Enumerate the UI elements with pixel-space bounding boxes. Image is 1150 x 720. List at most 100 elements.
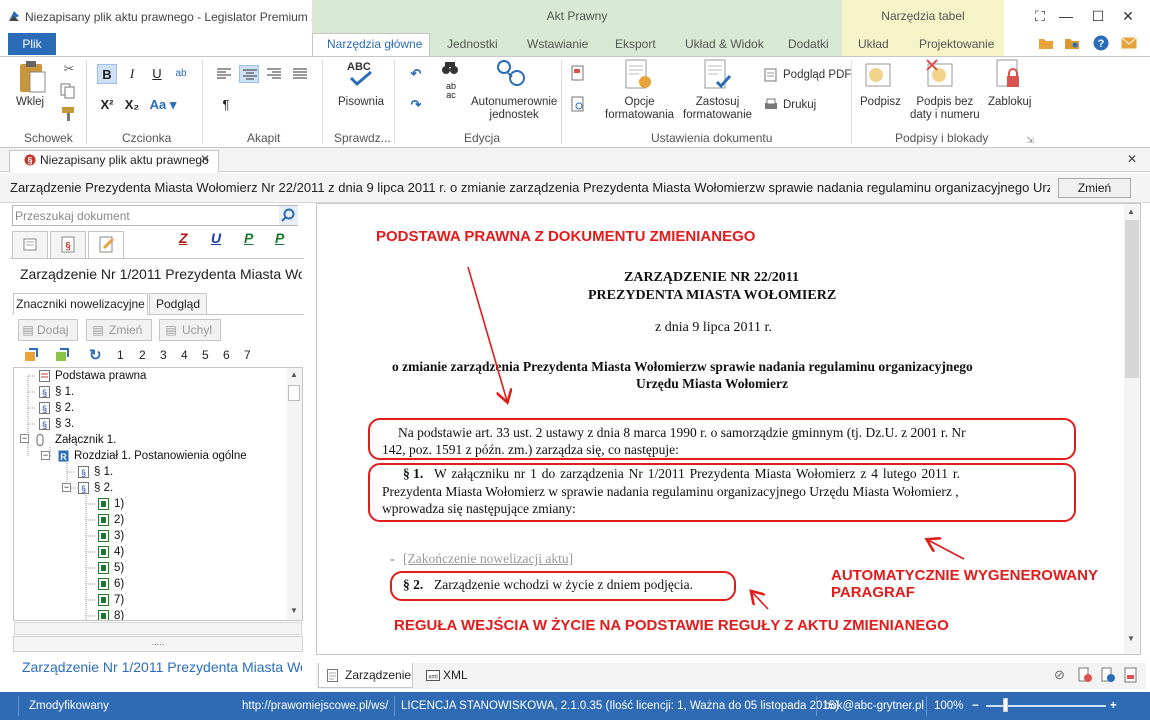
underline-button[interactable]: U bbox=[147, 64, 167, 84]
tree-node-paragraph[interactable]: § 3. bbox=[55, 418, 74, 430]
scroll-down-icon[interactable]: ▼ bbox=[290, 606, 298, 615]
mark-u-icon[interactable]: U bbox=[211, 230, 221, 246]
change-button[interactable]: ▤ Zmień bbox=[86, 319, 152, 341]
align-right-icon[interactable] bbox=[267, 68, 281, 80]
text-highlight-icon[interactable]: ab bbox=[171, 64, 191, 84]
tree-node-legal-basis[interactable]: Podstawa prawna bbox=[55, 370, 146, 382]
zoom-out-button[interactable]: − bbox=[972, 700, 979, 712]
help-icon[interactable]: ? bbox=[1093, 35, 1109, 51]
tree-node-point[interactable]: 7) bbox=[114, 594, 124, 606]
collapse-toggle[interactable]: − bbox=[62, 483, 71, 492]
document-properties-icon[interactable] bbox=[571, 65, 585, 81]
apply-format-button[interactable]: Zastosuj formatowanie bbox=[683, 96, 752, 122]
align-center-icon[interactable] bbox=[239, 65, 259, 83]
refresh-icon[interactable]: ↻ bbox=[89, 346, 102, 364]
search-icon[interactable] bbox=[279, 206, 298, 225]
tree-node-paragraph[interactable]: § 1. bbox=[94, 466, 113, 478]
fullscreen-icon[interactable]: ⛶ bbox=[1028, 6, 1052, 26]
replace-icon[interactable]: ab ac bbox=[440, 82, 462, 102]
document-preview-icon[interactable] bbox=[571, 96, 585, 112]
subtab-amendment-marks[interactable]: Znaczniki nowelizacyjne bbox=[13, 293, 148, 315]
close-tab-icon[interactable]: ✕ bbox=[200, 152, 210, 166]
panel-tab-paragraphs[interactable]: § bbox=[50, 231, 86, 259]
repeal-button[interactable]: ▤ Uchyl bbox=[159, 319, 221, 341]
collapse-toggle[interactable]: − bbox=[41, 451, 50, 460]
subtab-preview[interactable]: Podgląd bbox=[149, 293, 207, 315]
mark-p-alt-icon[interactable]: P bbox=[275, 230, 284, 246]
collapse-all-icon[interactable] bbox=[55, 348, 69, 362]
file-menu-button[interactable]: Plik bbox=[8, 33, 56, 55]
sign-button[interactable]: Podpisz bbox=[860, 96, 901, 109]
tree-node-point[interactable]: 4) bbox=[114, 546, 124, 558]
zoom-slider-thumb[interactable] bbox=[1003, 698, 1008, 712]
undo-icon[interactable]: ↶ bbox=[406, 64, 426, 84]
tab-eksport[interactable]: Eksport bbox=[615, 37, 656, 51]
tree-node-paragraph[interactable]: § 1. bbox=[55, 386, 74, 398]
folder-settings-icon[interactable] bbox=[1064, 36, 1080, 50]
folder-open-icon[interactable] bbox=[1038, 36, 1054, 50]
tree-node-point[interactable]: 6) bbox=[114, 578, 124, 590]
subscript-button[interactable]: X₂ bbox=[122, 95, 142, 115]
sign-without-date-icon[interactable] bbox=[925, 58, 957, 90]
justify-icon[interactable] bbox=[293, 68, 307, 80]
tree-node-point[interactable]: 8) bbox=[114, 610, 124, 620]
format-painter-icon[interactable] bbox=[60, 106, 76, 122]
tab-dodatki[interactable]: Dodatki bbox=[788, 37, 829, 51]
level-button-4[interactable]: 4 bbox=[181, 348, 188, 362]
mail-icon[interactable] bbox=[1121, 37, 1137, 49]
tree-node-point[interactable]: 1) bbox=[114, 498, 124, 510]
tab-uklad[interactable]: Układ bbox=[858, 37, 889, 51]
panel-tab-structure[interactable] bbox=[12, 231, 48, 259]
level-button-7[interactable]: 7 bbox=[244, 348, 251, 362]
status-email[interactable]: bok@abc-grytner.pl bbox=[824, 700, 924, 712]
tab-xml[interactable]: xml XML bbox=[418, 663, 474, 688]
dialog-launcher-icon[interactable]: ⇲ bbox=[1020, 130, 1040, 150]
tree-node-chapter[interactable]: Rozdział 1. Postanowienia ogólne bbox=[74, 450, 247, 462]
mark-p-icon[interactable]: P bbox=[244, 230, 253, 246]
paste-button[interactable]: Wklej bbox=[16, 96, 44, 109]
spelling-button[interactable]: Pisownia bbox=[338, 96, 384, 109]
tab-uklad-widok[interactable]: Układ & Widok bbox=[685, 37, 764, 51]
pdf-preview-button[interactable]: Podgląd PDF bbox=[783, 69, 851, 82]
change-title-button[interactable]: Zmień bbox=[1058, 178, 1131, 198]
tree-node-paragraph[interactable]: § 2. bbox=[55, 402, 74, 414]
sign-without-date-button[interactable]: Podpis bez daty i numeru bbox=[910, 96, 980, 122]
change-case-button[interactable]: Aa ▾ bbox=[147, 95, 179, 115]
close-window-button[interactable]: ✕ bbox=[1116, 6, 1140, 26]
level-button-3[interactable]: 3 bbox=[160, 348, 167, 362]
tab-narzedzia-glowne[interactable]: Narzędzia główne bbox=[327, 37, 422, 51]
italic-button[interactable]: I bbox=[122, 64, 142, 84]
tree-node-point[interactable]: 2) bbox=[114, 514, 124, 526]
lock-button[interactable]: Zablokuj bbox=[988, 96, 1031, 109]
level-button-2[interactable]: 2 bbox=[139, 348, 146, 362]
format-options-icon[interactable] bbox=[624, 58, 654, 92]
level-button-1[interactable]: 1 bbox=[117, 348, 124, 362]
cut-icon[interactable]: ✂ bbox=[59, 59, 79, 79]
auto-numbering-button[interactable]: Autonumerownie jednostek bbox=[471, 96, 557, 122]
tree-node-point[interactable]: 5) bbox=[114, 562, 124, 574]
status-url[interactable]: http://prawomiejscowe.pl/ws/ bbox=[242, 700, 388, 712]
edit-attachment-icon[interactable] bbox=[1100, 667, 1116, 683]
tree-scrollbar[interactable] bbox=[287, 368, 302, 620]
tab-wstawianie[interactable]: Wstawianie bbox=[527, 37, 588, 51]
lock-icon[interactable] bbox=[994, 58, 1024, 90]
copy-icon[interactable] bbox=[60, 83, 76, 99]
maximize-button[interactable]: ☐ bbox=[1086, 6, 1110, 26]
tree-node-attachment[interactable]: Załącznik 1. bbox=[55, 434, 116, 446]
paragraph-mark-icon[interactable]: ¶ bbox=[216, 95, 236, 115]
attachment-icon[interactable]: ⊘ bbox=[1054, 667, 1065, 683]
apply-format-icon[interactable] bbox=[703, 58, 733, 92]
print-button[interactable]: Drukuj bbox=[783, 99, 816, 112]
tree-node-paragraph[interactable]: § 2. bbox=[94, 482, 113, 494]
level-button-6[interactable]: 6 bbox=[223, 348, 230, 362]
pdf-attachment-icon[interactable] bbox=[1123, 667, 1139, 683]
tree-hscrollbar[interactable] bbox=[14, 622, 302, 635]
sign-icon[interactable] bbox=[864, 58, 894, 90]
tree-scroll-thumb[interactable] bbox=[288, 385, 300, 401]
find-icon[interactable] bbox=[441, 60, 459, 76]
tab-projektowanie[interactable]: Projektowanie bbox=[919, 37, 994, 51]
tab-zarzadzenie[interactable]: Zarządzenie bbox=[318, 663, 413, 688]
remove-attachment-icon[interactable] bbox=[1077, 667, 1093, 683]
format-options-button[interactable]: Opcje formatowania bbox=[605, 96, 674, 122]
scroll-up-icon[interactable]: ▲ bbox=[290, 370, 298, 379]
